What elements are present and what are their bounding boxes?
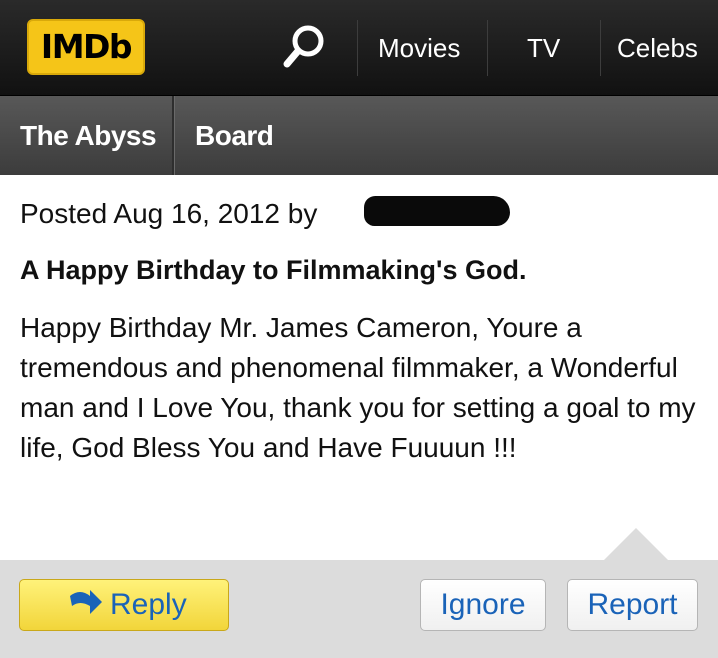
breadcrumb-board-link[interactable]: Board xyxy=(195,96,274,175)
imdb-logo[interactable]: IMDb xyxy=(27,19,145,75)
post-body: Happy Birthday Mr. James Cameron, Youre … xyxy=(20,312,696,463)
nav-divider xyxy=(600,20,601,76)
post-title: A Happy Birthday to Filmmaking's God. xyxy=(20,255,527,285)
report-button[interactable]: Report xyxy=(567,579,698,631)
post-pointer xyxy=(604,528,668,560)
reply-button[interactable]: Reply xyxy=(19,579,229,631)
search-button[interactable] xyxy=(270,14,340,80)
breadcrumb-title-link[interactable]: The Abyss xyxy=(20,96,157,175)
reply-label: Reply xyxy=(110,588,187,621)
ignore-button[interactable]: Ignore xyxy=(420,579,546,631)
top-navigation-bar: IMDb Movies TV Celebs xyxy=(0,0,718,96)
nav-movies[interactable]: Movies xyxy=(378,28,460,68)
nav-divider xyxy=(487,20,488,76)
post-meta: Posted Aug 16, 2012 by xyxy=(20,198,318,229)
search-icon xyxy=(283,25,324,68)
nav-tv[interactable]: TV xyxy=(527,28,560,68)
curved-arrow-icon xyxy=(70,590,102,614)
breadcrumb-divider xyxy=(172,96,175,175)
nav-celebs[interactable]: Celebs xyxy=(617,28,698,68)
breadcrumb-bar: The Abyss Board xyxy=(0,96,718,175)
redacted-username xyxy=(364,196,510,226)
message-post: Posted Aug 16, 2012 by A Happy Birthday … xyxy=(0,175,718,560)
nav-divider xyxy=(357,20,358,76)
